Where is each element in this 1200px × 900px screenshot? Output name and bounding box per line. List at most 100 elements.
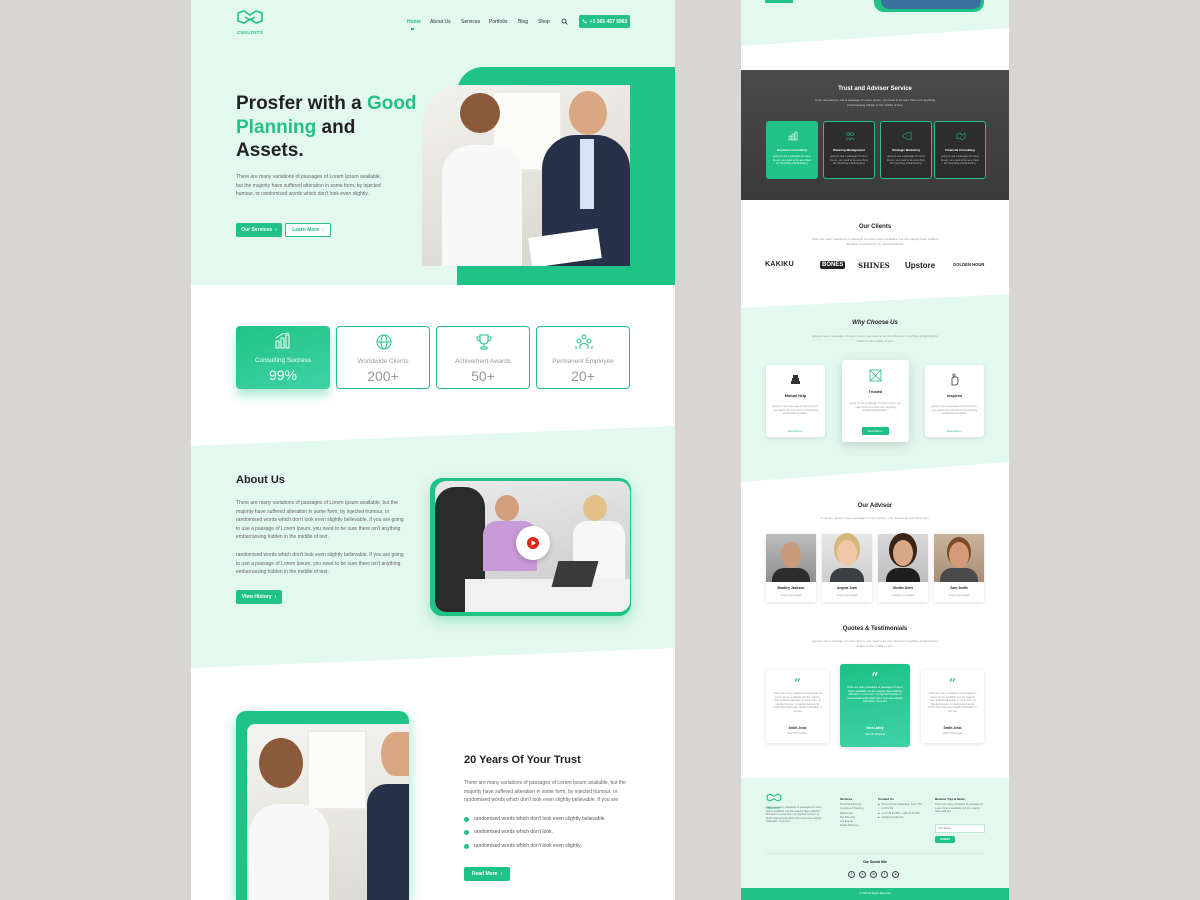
testimonial-name: Smith Jesst: [943, 726, 962, 730]
footer-divider: [766, 853, 984, 854]
service-card-desc: going to use a passage of Lorem Ipsum, y…: [829, 155, 869, 166]
footer-email-row: ● info@yourmail.com: [878, 816, 924, 820]
handshake-icon: [956, 132, 966, 141]
testimonial-name: Smith Jesst: [788, 726, 807, 730]
about-paragraph-1: There are many variations of passages of…: [236, 500, 404, 541]
stat-card-employees[interactable]: Permanent Employee 20+: [536, 326, 630, 389]
nav-shop[interactable]: Shop: [538, 19, 550, 25]
advisor-card[interactable]: Angela Jean Senior Consultant: [822, 534, 872, 602]
footer-newsletter-text: There are many variations of passages of…: [935, 803, 983, 814]
testimonial-card[interactable]: “ There are many variations of passages …: [921, 670, 984, 743]
advisor-suit-shape: [940, 568, 978, 582]
nav-home[interactable]: Home: [407, 19, 421, 25]
mail-icon: ●: [878, 815, 880, 819]
nav-about[interactable]: About Us: [430, 19, 451, 25]
learn-more-button[interactable]: Learn More ›: [285, 223, 331, 237]
read-more-button[interactable]: Read More ›: [464, 867, 510, 881]
testimonial-text: There are many variations of passages of…: [928, 692, 977, 713]
play-button[interactable]: [516, 526, 550, 560]
testimonial-text: There are many variations of passages of…: [773, 692, 822, 713]
submit-label: SUBMIT: [940, 838, 950, 841]
megaphone-icon: [902, 131, 912, 141]
nav-blog[interactable]: Blog: [518, 19, 528, 25]
brand-logo[interactable]: CNSLTNTS: [236, 9, 264, 35]
why-card-link[interactable]: Read More ›: [862, 427, 889, 435]
footer-services: Services Financial Planning Investment P…: [840, 797, 878, 828]
why-card-trusted[interactable]: Trusted going to use a passage of Lorem …: [842, 360, 909, 442]
about-title: About Us: [236, 474, 285, 486]
stat-card-awards[interactable]: Achivement Awards 50+: [436, 326, 530, 389]
why-card-link[interactable]: Read More ›: [784, 427, 807, 435]
testimonial-role: CEO Of Templete: [787, 732, 808, 735]
location-icon: ●: [878, 803, 880, 807]
footer-contact: Contact Us ● Street House Dabacaka, Town …: [878, 797, 924, 820]
nav-services[interactable]: Services: [461, 19, 480, 25]
shirt-shape: [580, 139, 594, 209]
advisor-role: Senior Consultant: [836, 594, 858, 597]
footer-email[interactable]: info@yourmail.com: [882, 816, 904, 820]
advisor-name: Angela Jean: [837, 586, 857, 590]
nav-portfolio[interactable]: Portfolio: [489, 19, 507, 25]
footer-link[interactable]: Estate Planning: [840, 824, 878, 828]
top-image-photo: [881, 0, 981, 9]
phone-button[interactable]: +1 265 457 5963: [579, 15, 630, 28]
stat-label: Permanent Employee: [552, 358, 614, 365]
facebook-icon[interactable]: f: [848, 871, 855, 878]
why-card-link[interactable]: Read More ›: [943, 427, 966, 435]
testimonial-name: Sara Lathly: [866, 726, 884, 730]
person-man-body: [367, 784, 409, 900]
check-bullet-icon: [464, 843, 469, 849]
why-card-mutual-help[interactable]: Mutual Help going to use a passage of Lo…: [766, 365, 825, 437]
advisor-card[interactable]: Shelbe Alms Leading Consultant: [878, 534, 928, 602]
our-services-label: Our Services: [241, 227, 273, 233]
client-logo-golden-hour: GOLDEN HOUR: [953, 262, 985, 267]
search-icon[interactable]: [561, 18, 568, 25]
stat-card-clients[interactable]: Worldwide Clients 200+: [336, 326, 430, 389]
stacked-coins-icon: [791, 375, 800, 384]
clients-title: Our Clients: [858, 224, 892, 230]
testimonial-card-featured[interactable]: “ There are many variations of passages …: [840, 664, 910, 747]
newsletter-email-input[interactable]: [935, 824, 985, 833]
why-subtitle: going to use a passage of Lorem Ipsum, y…: [812, 334, 938, 343]
person-man-head: [569, 91, 607, 135]
hero-section: CNSLTNTS Home About Us Services Portfoli…: [191, 0, 675, 285]
check-text: randomised words which don't look.: [474, 829, 554, 835]
footer-address: Street House Dabacaka, Town TR1 Ld Dhi P…: [881, 803, 923, 811]
phone-icon: [582, 19, 587, 24]
network-icon: [869, 369, 882, 382]
service-card-marketing[interactable]: Strategic Marketing going to use a passa…: [880, 121, 932, 179]
view-history-button[interactable]: View History ›: [236, 590, 282, 604]
service-card-business[interactable]: Business Consulting going to use a passa…: [766, 121, 818, 179]
advisor-photo: [934, 534, 984, 582]
skype-icon[interactable]: s: [859, 871, 866, 878]
twitter-icon[interactable]: t: [881, 871, 888, 878]
why-card-desc: going to use a passage of Lorem Ipsum, y…: [849, 402, 902, 412]
chevron-right-icon: ›: [500, 871, 503, 877]
footer-address-row: ● Street House Dabacaka, Town TR1 Ld Dhi …: [878, 803, 924, 811]
service-card-planning[interactable]: Planning Management going to use a passa…: [823, 121, 875, 179]
person-woman-body: [442, 145, 522, 266]
service-card-financial[interactable]: Financial Consulting going to use a pass…: [934, 121, 986, 179]
dribbble-icon[interactable]: ●: [892, 871, 899, 878]
advisor-face-shape: [893, 540, 913, 566]
advisor-card[interactable]: Bradley Jackson Senior Consultant: [766, 534, 816, 602]
person-shape: [583, 495, 607, 521]
social-icons: f s in t ●: [848, 871, 908, 879]
nav-active-dot: [411, 28, 414, 30]
newsletter-submit-button[interactable]: SUBMIT: [935, 836, 955, 843]
advisor-suit-shape: [772, 568, 810, 582]
advisor-suit-shape: [886, 568, 920, 582]
advisor-suit-shape: [830, 568, 864, 582]
person-man-head: [381, 732, 409, 776]
testimonial-card[interactable]: “ There are many variations of passages …: [766, 670, 829, 743]
service-card-title: Financial Consulting: [945, 148, 975, 152]
stat-card-consulting[interactable]: Consulting Success 99%: [236, 326, 330, 389]
footer-newsletter-title: Receive Tips & News: [935, 797, 965, 801]
service-card-title: Business Consulting: [777, 148, 807, 152]
shelf-shape: [307, 730, 367, 810]
advisor-card[interactable]: Sam Smith Senior Consultant: [934, 534, 984, 602]
linkedin-icon[interactable]: in: [870, 871, 877, 878]
why-card-inspired[interactable]: Inspired going to use a passage of Lorem…: [925, 365, 984, 437]
quotes-title: Quotes & Testimonials: [842, 626, 908, 632]
our-services-button[interactable]: Our Services ›: [236, 223, 282, 237]
